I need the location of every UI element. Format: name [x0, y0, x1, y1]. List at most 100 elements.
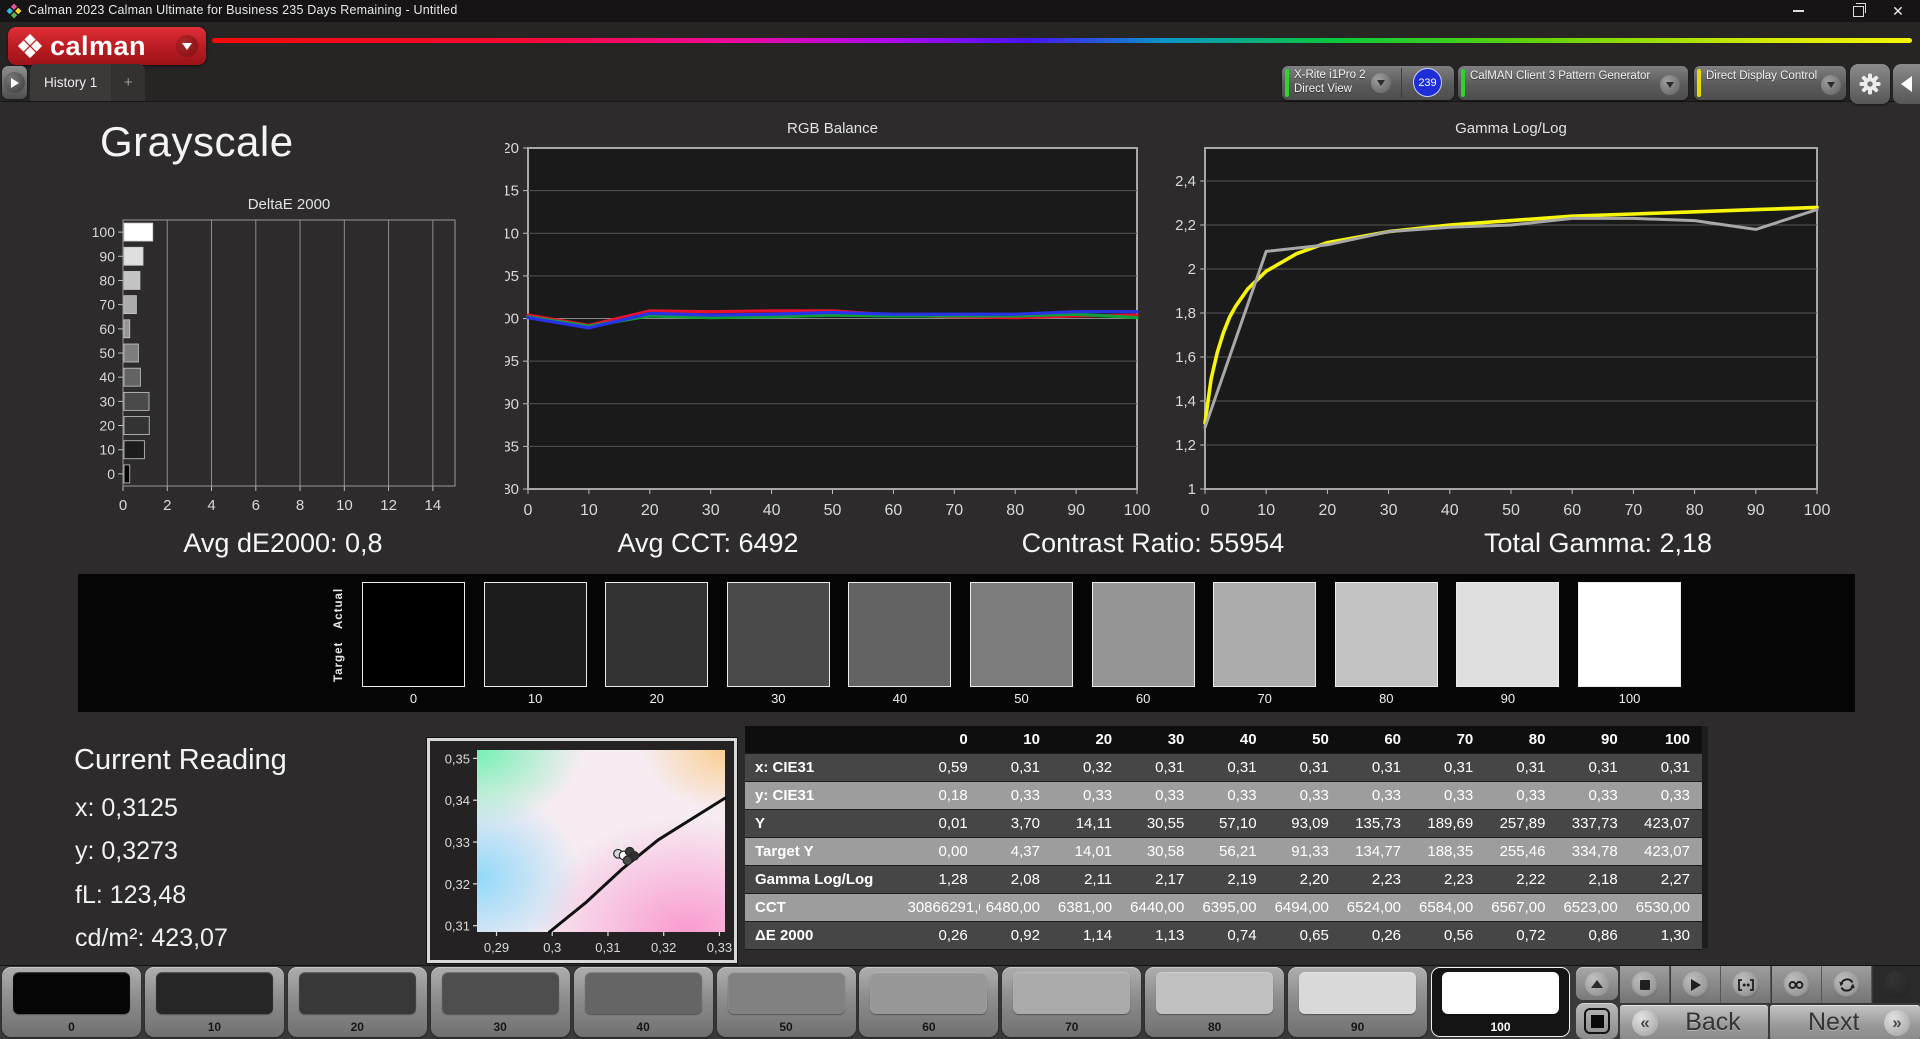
pattern-window-toggle-button[interactable] [1576, 1003, 1618, 1039]
calman-menu-button[interactable]: calman [8, 27, 206, 65]
back-chevrons-icon: « [1632, 1009, 1658, 1036]
transport-refresh-button[interactable] [1822, 966, 1873, 1003]
calman-app-window: Calman 2023 Calman Ultimate for Business… [0, 0, 1920, 1039]
history-nav-button[interactable] [2, 66, 27, 99]
svg-text:0: 0 [107, 466, 115, 482]
transport-stop-button[interactable] [1620, 966, 1670, 1003]
strip-swatch-label: 50 [1014, 691, 1029, 706]
svg-text:40: 40 [1441, 502, 1459, 519]
table-cell: 1,30 [1629, 921, 1702, 950]
collapse-panel-button[interactable] [1893, 64, 1920, 104]
table-cell: 56,21 [1196, 837, 1269, 866]
svg-text:80: 80 [505, 481, 519, 498]
table-cell: 188,35 [1413, 837, 1486, 866]
svg-text:12: 12 [380, 497, 397, 512]
svg-text:0: 0 [1201, 502, 1210, 519]
transport-loop-button[interactable] [1771, 966, 1822, 1003]
current-reading-fl: fL: 123,48 [75, 881, 187, 909]
pattern-button-40[interactable]: 40 [573, 967, 713, 1037]
meter-dropdown[interactable]: X-Rite i1Pro 2 Direct View 239 [1282, 66, 1454, 100]
svg-text:40: 40 [99, 369, 115, 385]
svg-text:1,6: 1,6 [1175, 349, 1196, 366]
display-control-dropdown[interactable]: Direct Display Control [1694, 66, 1846, 100]
tab-history-1[interactable]: History 1 [30, 64, 111, 101]
pattern-swatch-40 [584, 972, 702, 1014]
settings-button[interactable] [1850, 64, 1890, 104]
svg-text:2: 2 [163, 497, 171, 512]
svg-text:0,32: 0,32 [651, 940, 676, 955]
table-row: Gamma Log/Log 1,28 2,08 2,11 2,17 2,19 2,20 2,2… [745, 865, 1702, 894]
svg-text:80: 80 [1006, 502, 1024, 519]
table-cell: 423,07 [1629, 809, 1702, 838]
table-column-header: 100 [1629, 726, 1702, 754]
strip-swatch-10 [483, 582, 587, 687]
pattern-button-90[interactable]: 90 [1288, 967, 1428, 1037]
header: calman History 1 + X-Rite i1Pro 2 Direct… [0, 22, 1920, 104]
table-row-label: Y [745, 809, 908, 838]
calman-logo-icon [17, 33, 43, 59]
pattern-button-10[interactable]: 10 [144, 967, 284, 1037]
meter-chevron-down-icon [1371, 73, 1391, 93]
table-cell: 0,65 [1268, 921, 1341, 950]
svg-text:8: 8 [296, 497, 304, 512]
table-cell: 0,32 [1051, 753, 1125, 782]
pattern-button-100[interactable]: 100 [1431, 967, 1570, 1037]
gear-icon [1859, 73, 1881, 95]
close-button[interactable]: ✕ [1876, 0, 1920, 22]
pattern-button-0[interactable]: 0 [2, 967, 141, 1037]
pattern-bar-expand-button[interactable] [1576, 967, 1618, 1000]
minimize-button[interactable] [1776, 0, 1820, 22]
transport-measure-button[interactable] [1721, 966, 1772, 1003]
pattern-swatch-20 [298, 972, 416, 1014]
svg-text:50: 50 [824, 502, 842, 519]
table-column-header: 90 [1557, 726, 1630, 754]
svg-text:0,35: 0,35 [445, 751, 470, 766]
current-reading-title: Current Reading [74, 744, 287, 776]
pattern-button-20[interactable]: 20 [287, 967, 427, 1037]
svg-text:105: 105 [505, 268, 519, 285]
table-row: x: CIE31 0,59 0,31 0,32 0,31 0,31 0,31 0,31 0,31… [745, 753, 1702, 782]
table-cell: 0,00 [907, 837, 980, 866]
table-cell: 0,31 [1557, 753, 1630, 782]
table-right-groove [1702, 726, 1708, 948]
strip-swatch-0 [362, 582, 465, 687]
restore-button[interactable] [1836, 0, 1880, 22]
svg-text:4: 4 [207, 497, 215, 512]
pattern-button-80[interactable]: 80 [1145, 967, 1285, 1037]
next-button[interactable]: Next » [1770, 1005, 1920, 1039]
svg-text:1,4: 1,4 [1175, 393, 1196, 410]
pattern-button-60[interactable]: 60 [859, 967, 999, 1037]
transport-play-button[interactable] [1670, 966, 1721, 1003]
pattern-button-label: 30 [493, 1020, 507, 1034]
table-column-header: 0 [907, 726, 980, 754]
pattern-button-70[interactable]: 70 [1002, 967, 1142, 1037]
svg-text:0,33: 0,33 [445, 835, 470, 850]
pattern-button-30[interactable]: 30 [430, 967, 570, 1037]
pattern-button-label: 40 [636, 1020, 650, 1034]
pattern-swatch-60 [870, 972, 988, 1014]
table-cell: 0,72 [1485, 921, 1558, 950]
back-button[interactable]: « Back [1620, 1005, 1768, 1039]
strip-swatch-60 [1091, 582, 1195, 687]
table-cell: 2,17 [1124, 865, 1197, 894]
table-cell: 0,33 [1485, 781, 1558, 810]
table-cell: 6381,00 [1051, 893, 1125, 922]
table-cell: 2,23 [1413, 865, 1486, 894]
table-cell: 0,33 [1413, 781, 1486, 810]
display-control-chevron-down-icon [1821, 75, 1841, 95]
strip-swatch-label: 60 [1135, 691, 1151, 706]
strip-swatch-50 [970, 582, 1073, 687]
svg-text:20: 20 [641, 502, 659, 519]
pattern-button-50[interactable]: 50 [716, 967, 856, 1037]
gamma-chart-plot: 1 1,2 1,4 1,6 1,8 2 2,2 2,4 0 10 20 30 40 50 60 70 80 90 1… [1175, 147, 1830, 519]
svg-text:60: 60 [885, 502, 903, 519]
pattern-generator-dropdown[interactable]: CalMAN Client 3 Pattern Generator [1458, 66, 1688, 100]
svg-text:0,31: 0,31 [595, 940, 620, 955]
svg-text:100: 100 [505, 311, 519, 328]
table-cell: 334,78 [1557, 837, 1630, 866]
svg-text:70: 70 [1625, 502, 1643, 519]
add-tab-button[interactable]: + [111, 64, 146, 101]
table-cell: 134,77 [1340, 837, 1414, 866]
grayscale-data-table: 0 10 20 30 40 50 60 70 80 90 100 x: CIE31 0,59 0,31 0,… [745, 726, 1702, 950]
meter-status-accent [1285, 69, 1289, 97]
